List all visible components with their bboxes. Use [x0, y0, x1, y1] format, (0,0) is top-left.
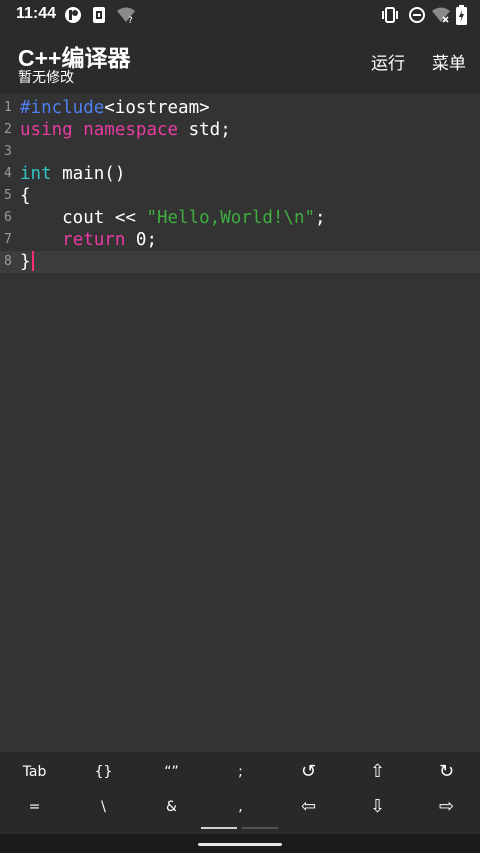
arrow-left-key[interactable]: ⇦ — [274, 789, 343, 825]
line-number: 2 — [4, 122, 12, 137]
keyboard-page-indicator — [242, 827, 278, 829]
quotes-key[interactable]: “” — [137, 754, 206, 790]
braces-key[interactable]: {} — [69, 754, 138, 790]
status-bar: 11:44 ? — [0, 0, 480, 30]
app-bar: C++编译器 暂无修改 运行 菜单 — [0, 30, 480, 93]
shift-up-key[interactable]: ⇧ — [343, 754, 412, 790]
code-text: { — [20, 185, 31, 207]
backslash-key[interactable]: \ — [69, 789, 138, 825]
code-token: 0; — [125, 230, 157, 250]
comma-key[interactable]: , — [206, 789, 275, 825]
code-token: main() — [51, 164, 126, 184]
arrow-down-key[interactable]: ⇩ — [343, 789, 412, 825]
line-number: 6 — [4, 210, 12, 225]
code-token: #include — [20, 98, 105, 118]
line-number: 1 — [4, 100, 12, 115]
symbol-keyboard: Tab{} “”; ↺ ⇧ ↻ = \ &, ⇦ ⇩ ⇨ — [0, 752, 480, 834]
code-token: <iostream> — [104, 98, 210, 118]
code-text: #include<iostream> — [20, 97, 210, 119]
code-line[interactable]: 5{ — [0, 185, 480, 207]
ampersand-key[interactable]: & — [137, 789, 206, 825]
line-number: 7 — [4, 232, 12, 247]
menu-button[interactable]: 菜单 — [432, 49, 466, 74]
code-text: cout << "Hello,World!\n"; — [20, 207, 326, 229]
do-not-disturb-icon — [409, 7, 425, 23]
vibrate-icon — [382, 7, 398, 23]
keyboard-page-indicator — [201, 827, 237, 829]
code-token: int — [20, 164, 52, 184]
code-line[interactable]: 8} — [0, 251, 480, 273]
code-token: "Hello,World!\n" — [146, 208, 316, 228]
redo-key[interactable]: ↻ — [412, 754, 480, 790]
media-app-icon — [65, 7, 81, 23]
line-number: 3 — [4, 144, 12, 159]
code-token: std; — [178, 120, 231, 140]
code-line[interactable]: 3 — [0, 141, 480, 163]
line-number: 5 — [4, 188, 12, 203]
code-token: } — [20, 252, 31, 272]
code-editor[interactable]: 1 #include<iostream> 2 using namespace std;… — [0, 93, 480, 752]
code-text: using namespace std; — [20, 119, 231, 141]
code-line[interactable]: 1 #include<iostream> — [0, 97, 480, 119]
navigation-bar — [0, 834, 480, 853]
line-number: 4 — [4, 166, 12, 181]
battery-charging-icon — [456, 5, 467, 25]
line-number: 8 — [4, 254, 12, 269]
run-button[interactable]: 运行 — [371, 49, 405, 74]
code-token: { — [20, 186, 31, 206]
code-line[interactable]: 2 using namespace std; — [0, 119, 480, 141]
arrow-right-key[interactable]: ⇨ — [412, 789, 480, 825]
tab-key[interactable]: Tab — [0, 754, 69, 790]
code-text: int main() — [20, 163, 125, 185]
code-text: return 0; — [20, 229, 157, 251]
semicolon-key[interactable]: ; — [206, 754, 275, 790]
undo-key[interactable]: ↺ — [274, 754, 343, 790]
code-line[interactable]: 6 cout << "Hello,World!\n"; — [0, 207, 480, 229]
code-token: return — [62, 230, 126, 250]
text-caret — [31, 251, 34, 271]
home-gesture-handle[interactable] — [198, 843, 282, 846]
wifi-off-icon — [432, 7, 450, 23]
code-token: namespace — [83, 120, 179, 140]
code-token: ; — [315, 208, 326, 228]
equals-key[interactable]: = — [0, 789, 69, 825]
code-token: using — [20, 120, 73, 140]
code-line[interactable]: 7 return 0; — [0, 229, 480, 251]
code-line[interactable]: 4 int main() — [0, 163, 480, 185]
wifi-unknown-icon: ? — [117, 7, 135, 24]
sim-card-icon — [93, 7, 105, 23]
code-token: cout << — [20, 208, 147, 228]
svg-text:?: ? — [128, 16, 133, 24]
status-time: 11:44 — [16, 5, 57, 22]
code-text: } — [20, 251, 34, 273]
app-subtitle: 暂无修改 — [18, 69, 74, 85]
